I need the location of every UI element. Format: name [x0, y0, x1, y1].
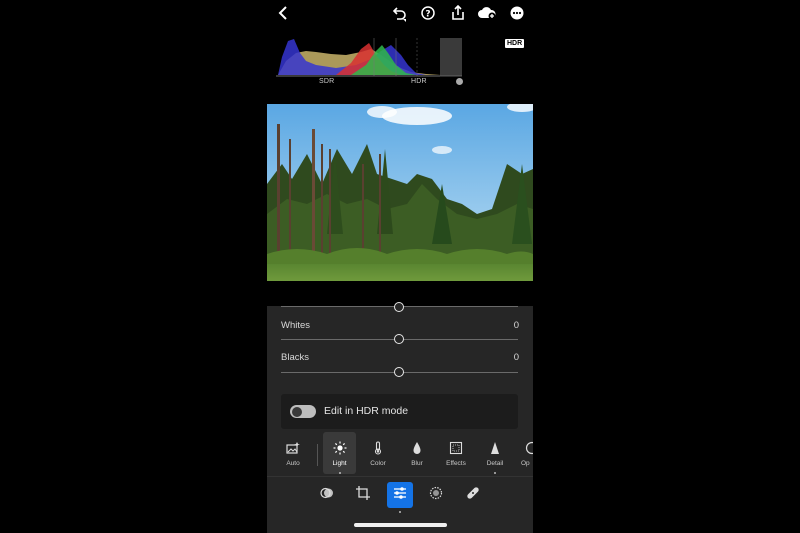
tool-auto[interactable]: Auto — [275, 432, 311, 474]
nav-divider — [267, 476, 533, 477]
active-indicator-dot — [338, 472, 341, 474]
optics-icon — [525, 441, 533, 455]
toggle-knob — [291, 406, 302, 417]
top-toolbar: ? — [267, 0, 533, 28]
tool-detail[interactable]: Detail — [477, 432, 513, 474]
tool-effects-label: Effects — [446, 460, 466, 467]
adjust-button[interactable] — [387, 482, 413, 508]
undo-icon[interactable] — [390, 5, 408, 23]
droplet-icon — [410, 441, 424, 455]
tool-optics[interactable]: Op — [515, 432, 533, 474]
histogram: SDR HDR — [276, 35, 466, 89]
sun-icon — [333, 441, 347, 455]
cloud-sync-icon[interactable] — [477, 5, 497, 21]
crop-button[interactable] — [350, 482, 376, 508]
auto-image-icon — [286, 441, 300, 455]
blacks-slider-thumb[interactable] — [394, 367, 404, 377]
presets-button[interactable] — [314, 482, 340, 508]
slider-thumb-previous[interactable] — [394, 302, 404, 312]
tool-effects[interactable]: Effects — [438, 432, 474, 474]
adjustment-panel: Whites 0 Blacks 0 Edit in HDR mode Auto … — [267, 302, 533, 533]
whites-label: Whites — [281, 320, 311, 331]
effects-icon — [449, 441, 463, 455]
sdr-label: SDR — [319, 78, 335, 85]
hdr-info-icon[interactable] — [456, 78, 463, 85]
back-chevron-icon[interactable] — [275, 5, 291, 21]
triangle-icon — [488, 441, 502, 455]
tool-blur[interactable]: Blur — [399, 432, 435, 474]
crop-icon — [356, 485, 370, 505]
tool-divider — [317, 444, 318, 466]
tool-light[interactable]: Light — [323, 432, 356, 474]
share-icon[interactable] — [450, 4, 466, 22]
hdr-mode-toggle[interactable] — [290, 405, 316, 418]
more-icon[interactable] — [509, 5, 525, 21]
presets-icon — [320, 486, 334, 505]
detail-indicator-dot — [494, 472, 496, 474]
tool-optics-label: Op — [521, 460, 530, 467]
thermometer-icon — [371, 441, 385, 455]
blacks-value: 0 — [513, 352, 519, 363]
masking-icon — [429, 486, 443, 505]
whites-slider-thumb[interactable] — [394, 334, 404, 344]
adjust-sliders-icon — [393, 486, 407, 505]
whites-value: 0 — [513, 320, 519, 331]
hdr-badge: HDR — [505, 39, 525, 48]
photo-preview[interactable] — [267, 104, 533, 281]
hdr-mode-row: Edit in HDR mode — [281, 394, 518, 429]
healing-icon — [466, 486, 480, 505]
svg-text:?: ? — [425, 10, 430, 20]
tool-color-label: Color — [370, 460, 386, 467]
hdr-mode-label: Edit in HDR mode — [324, 405, 409, 417]
tool-blur-label: Blur — [411, 460, 423, 467]
tool-detail-label: Detail — [486, 460, 504, 467]
tool-color[interactable]: Color — [360, 432, 396, 474]
tool-auto-label: Auto — [286, 460, 300, 467]
blacks-label: Blacks — [281, 352, 309, 363]
home-indicator — [354, 523, 447, 527]
healing-button[interactable] — [460, 482, 486, 508]
hdr-label: HDR — [411, 78, 427, 85]
tool-light-label: Light — [332, 460, 347, 467]
adjust-active-dot — [399, 511, 401, 513]
masking-button[interactable] — [423, 482, 449, 508]
help-icon[interactable]: ? — [420, 5, 436, 21]
